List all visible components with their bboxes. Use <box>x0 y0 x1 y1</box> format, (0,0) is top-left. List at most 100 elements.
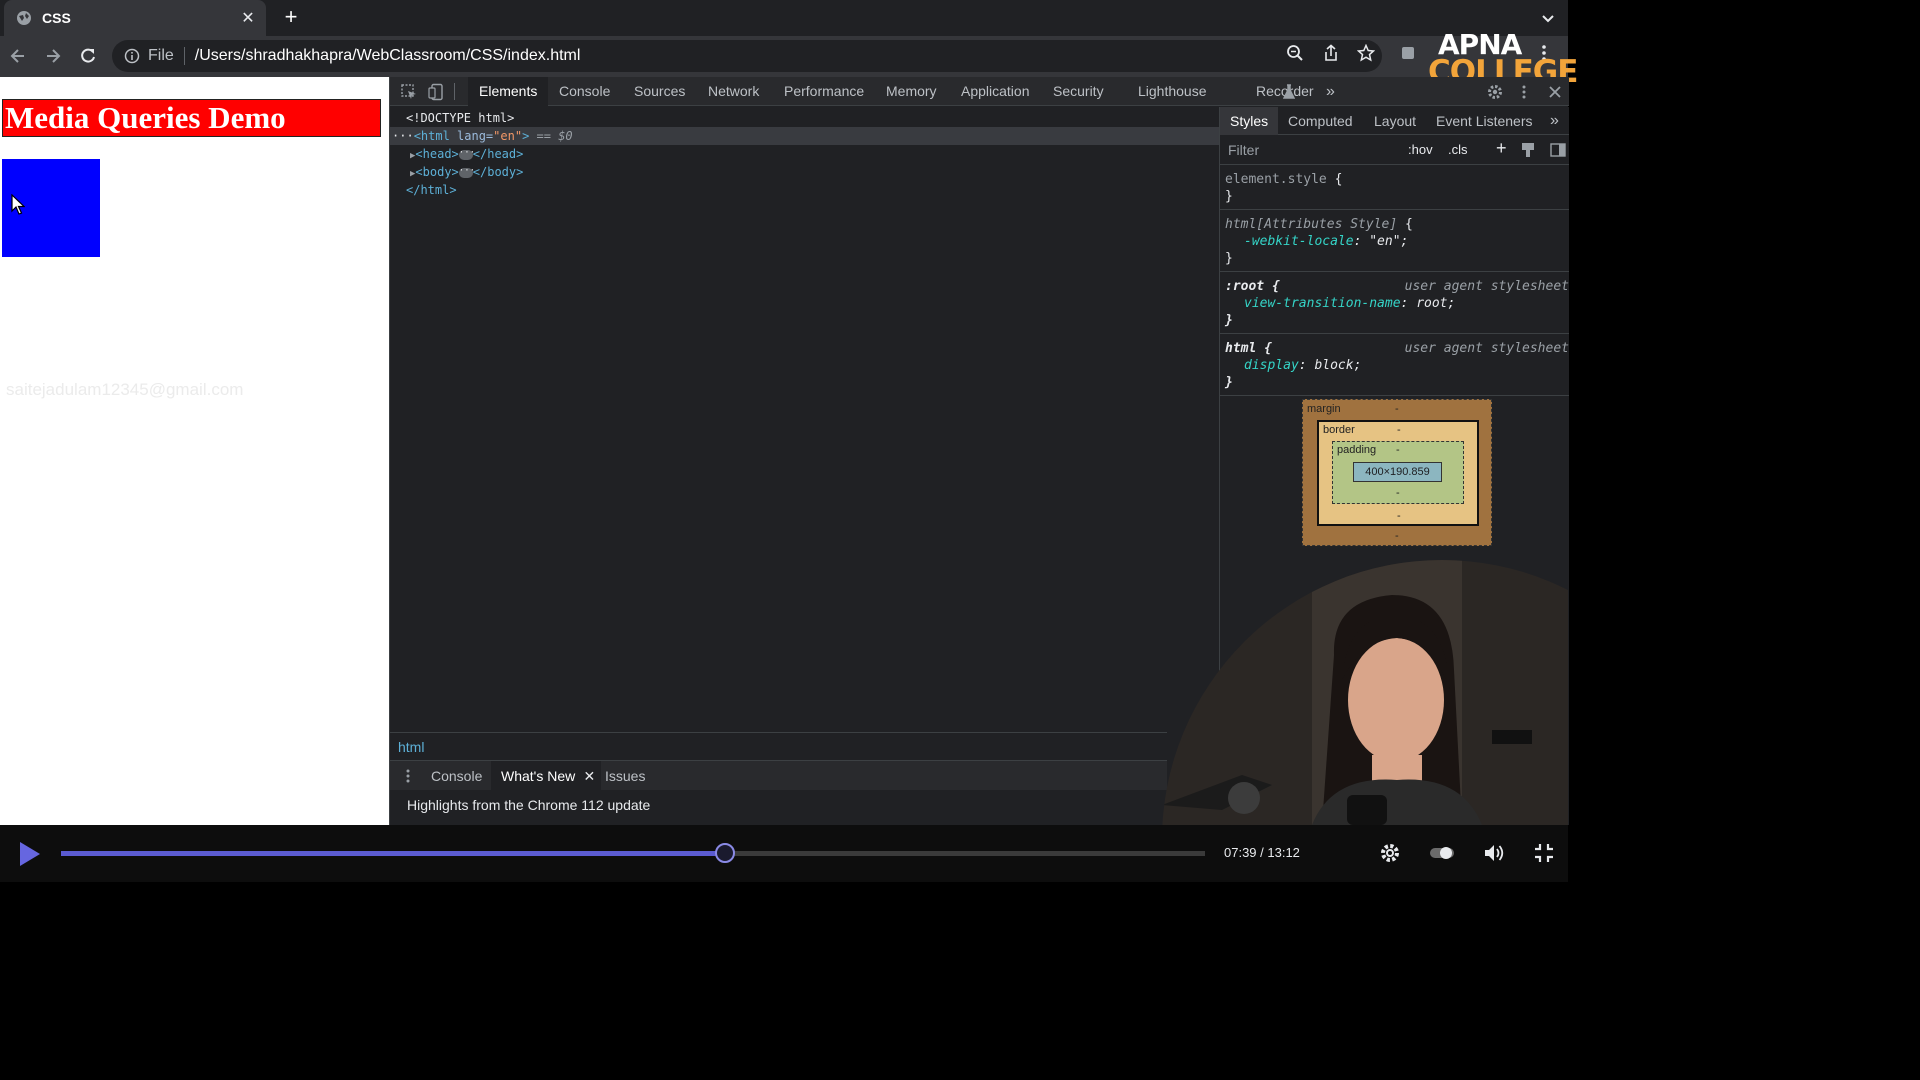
drawer-tab-console[interactable]: Console <box>421 761 492 791</box>
doctype-text: <!DOCTYPE html> <box>406 111 515 125</box>
dom-doctype[interactable]: <!DOCTYPE html> <box>390 109 1219 127</box>
border-top-value[interactable]: - <box>1397 424 1401 436</box>
padding-bottom-value[interactable]: - <box>1396 487 1400 499</box>
breadcrumb-html[interactable]: html <box>398 739 424 755</box>
back-arrow-icon[interactable] <box>8 46 28 66</box>
url-separator <box>183 47 185 65</box>
tab-console[interactable]: Console <box>548 77 621 106</box>
border-label: border <box>1323 424 1355 436</box>
html-lang-value: "en" <box>493 129 523 143</box>
rule-value[interactable]: root <box>1416 296 1447 311</box>
styles-filter-bar: Filter :hov .cls + <box>1220 135 1569 165</box>
tab-layout[interactable]: Layout <box>1364 107 1426 135</box>
drawer-tab-whats-new[interactable]: What's New ✕ <box>491 761 602 791</box>
url-text: /Users/shradhakhapra/WebClassroom/CSS/in… <box>194 47 581 64</box>
dom-html-close[interactable]: </html> <box>390 181 1219 199</box>
url-scheme: File <box>148 47 174 64</box>
dom-head-node[interactable]: ▶<head>···</head> <box>390 145 1219 163</box>
page-viewport: Media Queries Demo saitejadulam12345@gma… <box>0 77 389 825</box>
rule-value[interactable]: block <box>1314 358 1353 373</box>
dom-body-node[interactable]: ▶<body>···</body> <box>390 163 1219 181</box>
video-progress-handle[interactable] <box>714 843 735 863</box>
video-progress-track[interactable] <box>61 843 1205 863</box>
watermark-text: saitejadulam12345@gmail.com <box>6 380 244 399</box>
drawer-menu-icon[interactable] <box>405 768 411 784</box>
rule-selector: html[Attributes Style] <box>1225 217 1398 232</box>
volume-icon[interactable] <box>1482 841 1506 865</box>
extension-icon[interactable] <box>1400 44 1418 62</box>
devtools-kebab-icon[interactable] <box>1520 83 1528 101</box>
rule-property[interactable]: view-transition-name <box>1225 296 1401 311</box>
tab-lighthouse[interactable]: Lighthouse <box>1127 77 1218 106</box>
settings-gear-icon[interactable] <box>1486 83 1504 101</box>
exit-fullscreen-icon[interactable] <box>1532 841 1556 865</box>
more-panes-chevron-icon[interactable]: » <box>1540 107 1569 135</box>
tab-network[interactable]: Network <box>697 77 770 106</box>
style-rule-html[interactable]: html { user agent stylesheet display: bl… <box>1220 334 1569 396</box>
style-rule-root[interactable]: :root { user agent stylesheet view-trans… <box>1220 272 1569 334</box>
rule-property[interactable]: display <box>1225 358 1299 373</box>
drawer-tab-issues[interactable]: Issues <box>595 761 655 791</box>
inspect-element-icon[interactable] <box>400 83 418 101</box>
tab-sources[interactable]: Sources <box>623 77 696 106</box>
dom-html-node[interactable]: ···<html lang="en"> == $0 <box>390 127 1219 145</box>
close-tab-icon[interactable]: ✕ <box>240 8 256 28</box>
page-heading: Media Queries Demo <box>2 99 381 137</box>
box-model-content-size[interactable]: 400×190.859 <box>1353 462 1442 482</box>
tab-title: CSS <box>42 10 71 26</box>
margin-bottom-value[interactable]: - <box>1395 530 1399 542</box>
new-tab-button[interactable]: + <box>280 6 302 28</box>
padding-top-value[interactable]: - <box>1396 444 1400 456</box>
tab-performance[interactable]: Performance <box>773 77 875 106</box>
tab-memory[interactable]: Memory <box>875 77 948 106</box>
filter-input[interactable]: Filter <box>1228 142 1259 158</box>
browser-tab-strip: CSS ✕ + <box>0 0 1568 36</box>
paint-brush-icon[interactable] <box>1521 142 1535 158</box>
address-bar[interactable]: File /Users/shradhakhapra/WebClassroom/C… <box>112 40 1382 72</box>
selected-node-marker: == $0 <box>529 129 573 143</box>
rule-origin: user agent stylesheet <box>1404 341 1569 356</box>
video-time-display: 07:39 / 13:12 <box>1224 845 1300 860</box>
browser-tab[interactable]: CSS ✕ <box>4 0 266 36</box>
tab-computed[interactable]: Computed <box>1278 107 1363 135</box>
settings-gear-icon[interactable] <box>1378 841 1402 865</box>
style-rule-element[interactable]: element.style {} <box>1220 165 1569 210</box>
border-bottom-value[interactable]: - <box>1397 510 1401 522</box>
margin-top-value[interactable]: - <box>1395 403 1399 415</box>
info-icon[interactable] <box>124 48 140 64</box>
zoom-icon[interactable] <box>1286 44 1304 62</box>
toggle-switch-icon[interactable] <box>1428 841 1456 865</box>
rule-value[interactable]: "en" <box>1369 234 1400 249</box>
style-rule-attributes[interactable]: html[Attributes Style] { -webkit-locale:… <box>1220 210 1569 272</box>
class-toggle[interactable]: .cls <box>1448 142 1468 157</box>
forward-arrow-icon[interactable] <box>43 46 63 66</box>
flask-icon <box>1283 84 1295 99</box>
bookmark-star-icon[interactable] <box>1357 44 1375 62</box>
tab-application[interactable]: Application <box>950 77 1041 106</box>
tab-elements[interactable]: Elements <box>468 77 549 106</box>
toggle-sidebar-icon[interactable] <box>1550 142 1566 158</box>
close-devtools-icon[interactable] <box>1548 83 1562 101</box>
collapsed-ellipsis-icon[interactable]: ··· <box>458 166 475 178</box>
toolbar-divider <box>454 83 455 100</box>
new-style-rule-icon[interactable]: + <box>1496 138 1507 159</box>
margin-label: margin <box>1307 403 1341 415</box>
reload-icon[interactable] <box>78 46 98 66</box>
hover-state-toggle[interactable]: :hov <box>1408 142 1433 157</box>
box-model-border: border - padding - 400×190.859 - - <box>1317 420 1479 526</box>
play-icon[interactable] <box>18 841 42 867</box>
html-lang-attr: lang= <box>449 129 494 143</box>
tab-security[interactable]: Security <box>1042 77 1115 106</box>
more-tabs-chevron-icon[interactable]: » <box>1315 77 1346 106</box>
mouse-cursor-icon <box>11 194 25 215</box>
collapsed-ellipsis-icon[interactable]: ··· <box>458 148 475 160</box>
video-progress-fill <box>61 851 725 856</box>
chevron-down-icon[interactable] <box>1538 8 1558 28</box>
tab-event-listeners[interactable]: Event Listeners <box>1426 107 1543 135</box>
body-open-tag: <body> <box>415 165 459 179</box>
share-icon[interactable] <box>1322 44 1340 62</box>
rule-property[interactable]: -webkit-locale <box>1225 234 1354 249</box>
device-toolbar-icon[interactable] <box>428 83 446 101</box>
tab-styles[interactable]: Styles <box>1220 107 1279 135</box>
close-drawer-tab-icon[interactable]: ✕ <box>584 761 596 791</box>
